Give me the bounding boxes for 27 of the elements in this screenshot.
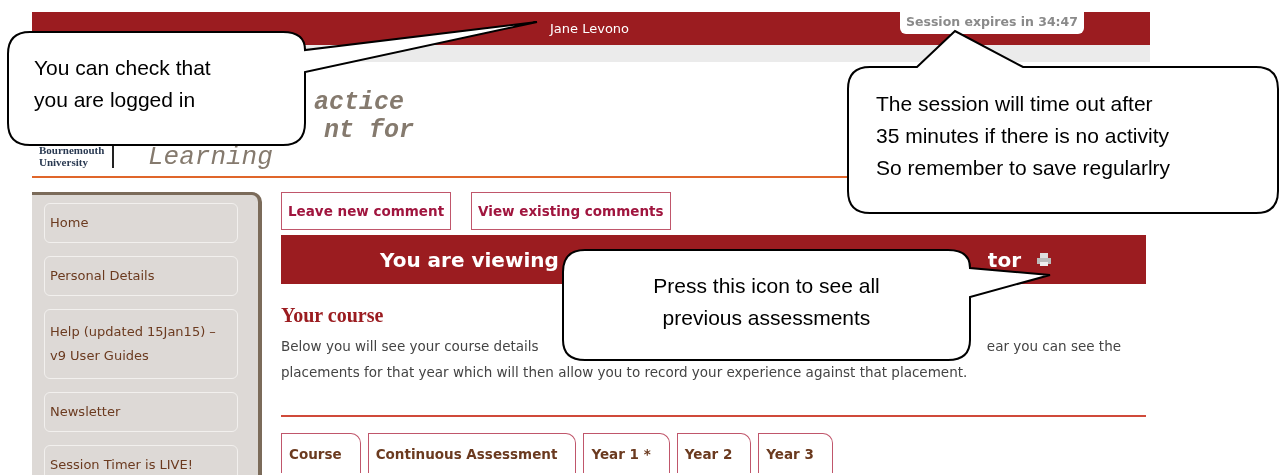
- sidebar-item[interactable]: Help (updated 15Jan15) – v9 User Guides: [44, 309, 238, 379]
- tab[interactable]: Year 1 *: [583, 433, 670, 473]
- callout-text: The session will time out after 35 minutes if there is no activity So remember to save regularlry: [876, 91, 1171, 181]
- banner-text: You are viewing: [380, 247, 559, 272]
- site-title: Learning: [148, 142, 273, 172]
- sidebar-item[interactable]: Personal Details: [44, 256, 238, 296]
- section-heading: Your course: [281, 304, 384, 327]
- body-text: ear you can see the: [986, 337, 1121, 356]
- comment-button[interactable]: Leave new comment: [281, 192, 452, 230]
- session-timer: Session expires in 34:47: [900, 9, 1084, 34]
- user-name: Jane Levono: [550, 21, 630, 36]
- tab[interactable]: Year 2: [676, 433, 752, 473]
- body-text: Below you will see your course details: [281, 337, 539, 356]
- tab[interactable]: Course: [281, 433, 361, 473]
- callout-text: You can check that you are logged in: [34, 55, 211, 113]
- banner-text: tor: [987, 247, 1021, 272]
- body-text: placements for that year which will then allow you to record your experience against that placement.: [281, 363, 969, 382]
- sidebar-item[interactable]: Home: [44, 203, 238, 243]
- comment-button[interactable]: View existing comments: [471, 192, 671, 230]
- printer-icon[interactable]: [1037, 253, 1051, 266]
- sidebar-item[interactable]: Newsletter: [44, 392, 238, 432]
- callout-text: Press this icon to see all previous assessments: [652, 273, 881, 331]
- tab[interactable]: Continuous Assessment: [367, 433, 577, 473]
- tab[interactable]: Year 3: [758, 433, 833, 473]
- site-title: nt for: [324, 116, 414, 145]
- sidebar-item[interactable]: Session Timer is LIVE!: [44, 445, 238, 475]
- site-title: actice: [314, 88, 404, 117]
